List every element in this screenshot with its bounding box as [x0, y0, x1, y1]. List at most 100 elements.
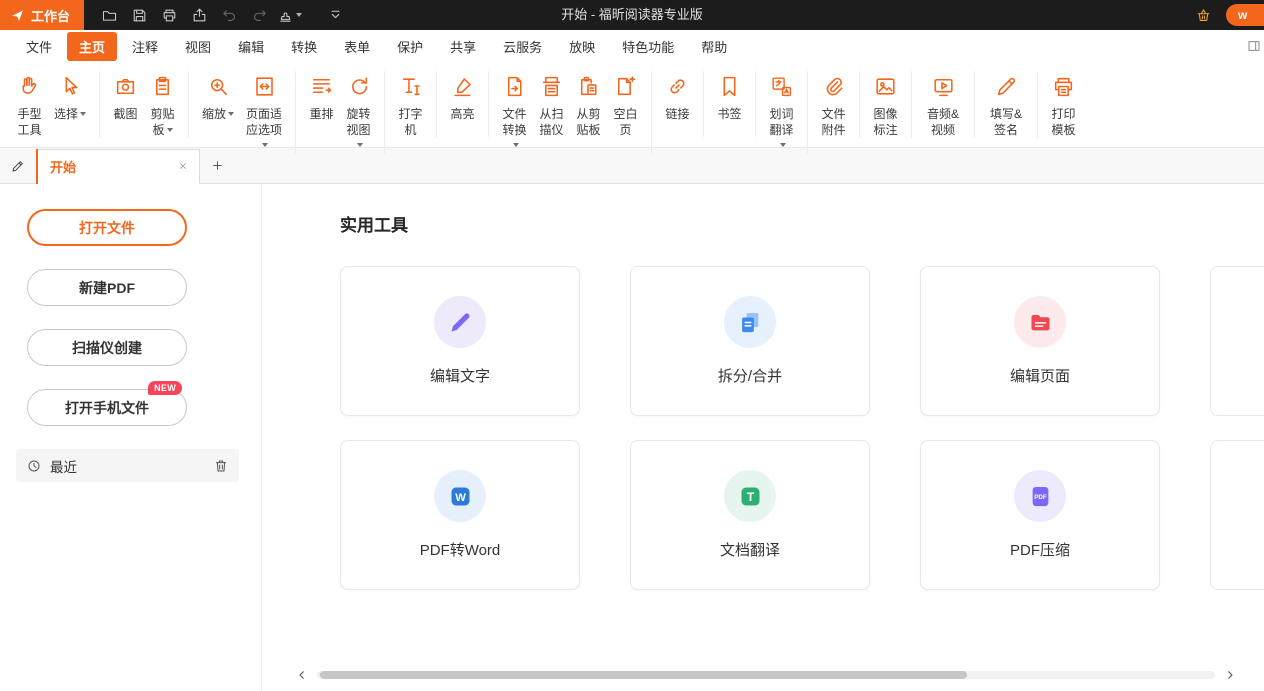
menu-item[interactable]: 共享	[438, 32, 488, 61]
scroll-left-icon[interactable]	[296, 669, 308, 681]
ribbon-item-label: 手型工具	[18, 107, 42, 138]
export-button[interactable]	[184, 0, 214, 30]
pen-icon	[10, 158, 26, 174]
section-title: 实用工具	[340, 211, 1264, 236]
ribbon-item-clipboard[interactable]: 剪贴板	[144, 71, 181, 138]
bookmark-icon	[717, 74, 742, 99]
ribbon-item-rotate-view[interactable]: 旋转视图	[340, 71, 377, 154]
ribbon-item-image-annotation[interactable]: 图像标注	[867, 71, 904, 138]
ribbon-item-audio-video[interactable]: 音频&视频	[919, 71, 967, 138]
ribbon-item-select-cursor[interactable]: 选择	[48, 71, 92, 123]
ribbon-item-paste-clipboard[interactable]: 从剪贴板	[570, 71, 607, 138]
tab-close-button[interactable]	[173, 156, 193, 176]
tool-card[interactable]: 文档翻译	[630, 440, 870, 590]
redo-button[interactable]	[244, 0, 274, 30]
ribbon-item-highlight[interactable]: 高亮	[444, 71, 481, 123]
promo-basket-button[interactable]	[1188, 0, 1218, 30]
scrollbar-thumb[interactable]	[320, 671, 967, 679]
scroll-right-icon[interactable]	[1224, 669, 1236, 681]
menu-item[interactable]: 主页	[67, 32, 117, 61]
menu-item[interactable]: 视图	[173, 32, 223, 61]
open-folder-button[interactable]	[94, 0, 124, 30]
fill-sign-icon	[994, 74, 1019, 99]
tool-card-icon-bg	[724, 470, 776, 522]
undo-button[interactable]	[214, 0, 244, 30]
edit-text-icon	[447, 309, 474, 336]
menu-items: 文件主页注释视图编辑转换表单保护共享云服务放映特色功能帮助	[0, 32, 739, 61]
ribbon-item-convert-file[interactable]: 文件转换	[496, 71, 533, 154]
tool-card-partial[interactable]	[1210, 266, 1264, 416]
ribbon-item-attachment[interactable]: 文件附件	[815, 71, 852, 138]
ribbon-item-translate[interactable]: 划词翻译	[763, 71, 800, 154]
collapse-toolbar-button[interactable]	[320, 0, 350, 30]
ribbon-item-page-fit[interactable]: 页面适应选项	[240, 71, 288, 154]
tools-row: 编辑文字拆分/合并编辑页面	[340, 266, 1264, 416]
ribbon-group: 链接	[652, 71, 704, 137]
ribbon-item-reflow[interactable]: 重排	[303, 71, 340, 123]
tool-card[interactable]: 拆分/合并	[630, 266, 870, 416]
print-icon	[161, 7, 178, 24]
attachment-icon	[821, 74, 846, 99]
member-pill-button[interactable]: w	[1226, 4, 1264, 26]
tool-card[interactable]: 编辑页面	[920, 266, 1160, 416]
dropdown-caret	[262, 143, 268, 147]
menu-item[interactable]: 保护	[385, 32, 435, 61]
ribbon-item-label: 从扫描仪	[540, 107, 564, 138]
tool-card[interactable]: PDF转Word	[340, 440, 580, 590]
save-button[interactable]	[124, 0, 154, 30]
menu-item[interactable]: 编辑	[226, 32, 276, 61]
dropdown-caret	[780, 143, 786, 147]
ribbon-item-zoom[interactable]: 缩放	[196, 71, 240, 123]
panel-toggle-button[interactable]	[1246, 38, 1262, 54]
tool-card-icon-bg	[434, 470, 486, 522]
tool-card[interactable]: 编辑文字	[340, 266, 580, 416]
ribbon-item-label: 旋转视图	[347, 107, 371, 154]
menu-item[interactable]: 云服务	[491, 32, 554, 61]
ribbon-group: 打印模板	[1038, 71, 1089, 138]
ribbon-item-fill-sign[interactable]: 填写&签名	[982, 71, 1030, 138]
ribbon-item-label: 截图	[114, 107, 138, 123]
clear-recent-button[interactable]	[213, 458, 229, 474]
ribbon-item-hand[interactable]: 手型工具	[11, 71, 48, 138]
menu-item[interactable]: 表单	[332, 32, 382, 61]
stamp-button[interactable]	[274, 0, 304, 30]
horizontal-scrollbar[interactable]	[296, 667, 1236, 683]
sidebar-button[interactable]: 扫描仪创建	[27, 329, 187, 366]
print-button[interactable]	[154, 0, 184, 30]
ribbon-group: 缩放页面适应选项	[189, 71, 296, 154]
ribbon-item-blank-page[interactable]: 空白页	[607, 71, 644, 138]
menu-item[interactable]: 特色功能	[610, 32, 686, 61]
tool-card-partial[interactable]	[1210, 440, 1264, 590]
ribbon-group: 截图剪贴板	[100, 71, 189, 138]
pen-tool-button[interactable]	[0, 148, 36, 184]
menu-item[interactable]: 转换	[279, 32, 329, 61]
ribbon-item-snapshot[interactable]: 截图	[107, 71, 144, 123]
ribbon-item-print-template[interactable]: 打印模板	[1045, 71, 1082, 138]
basket-icon	[1195, 7, 1212, 24]
ribbon-item-scanner[interactable]: 从扫描仪	[533, 71, 570, 138]
quick-access-toolbar	[94, 0, 304, 30]
menu-item[interactable]: 注释	[120, 32, 170, 61]
new-tab-button[interactable]	[200, 149, 234, 183]
sidebar-button[interactable]: 新建PDF	[27, 269, 187, 306]
sidebar: 打开文件新建PDF 扫描仪创建打开手机文件NEW 最近	[0, 184, 262, 691]
menu-item[interactable]: 文件	[14, 32, 64, 61]
workspace-button[interactable]: 工作台	[0, 0, 84, 30]
recent-section[interactable]: 最近	[16, 449, 239, 482]
sidebar-button[interactable]: 打开手机文件NEW	[27, 389, 187, 426]
menu-item[interactable]: 帮助	[689, 32, 739, 61]
menu-item[interactable]: 放映	[557, 32, 607, 61]
ribbon-item-label: 页面适应选项	[246, 107, 282, 154]
select-cursor-icon	[58, 74, 83, 99]
plus-icon	[211, 159, 224, 172]
paste-clipboard-icon	[576, 74, 601, 99]
sidebar-button[interactable]: 打开文件	[27, 209, 187, 246]
ribbon-item-typewriter[interactable]: 打字机	[392, 71, 429, 138]
ribbon-item-link[interactable]: 链接	[659, 71, 696, 123]
scrollbar-track[interactable]	[317, 671, 1215, 679]
sidebar-buttons: 打开文件新建PDF 扫描仪创建打开手机文件NEW	[0, 209, 261, 426]
ribbon-item-bookmark[interactable]: 书签	[711, 71, 748, 123]
scanner-icon	[539, 74, 564, 99]
tool-card[interactable]: PDF压缩	[920, 440, 1160, 590]
tab-start[interactable]: 开始	[36, 149, 200, 184]
